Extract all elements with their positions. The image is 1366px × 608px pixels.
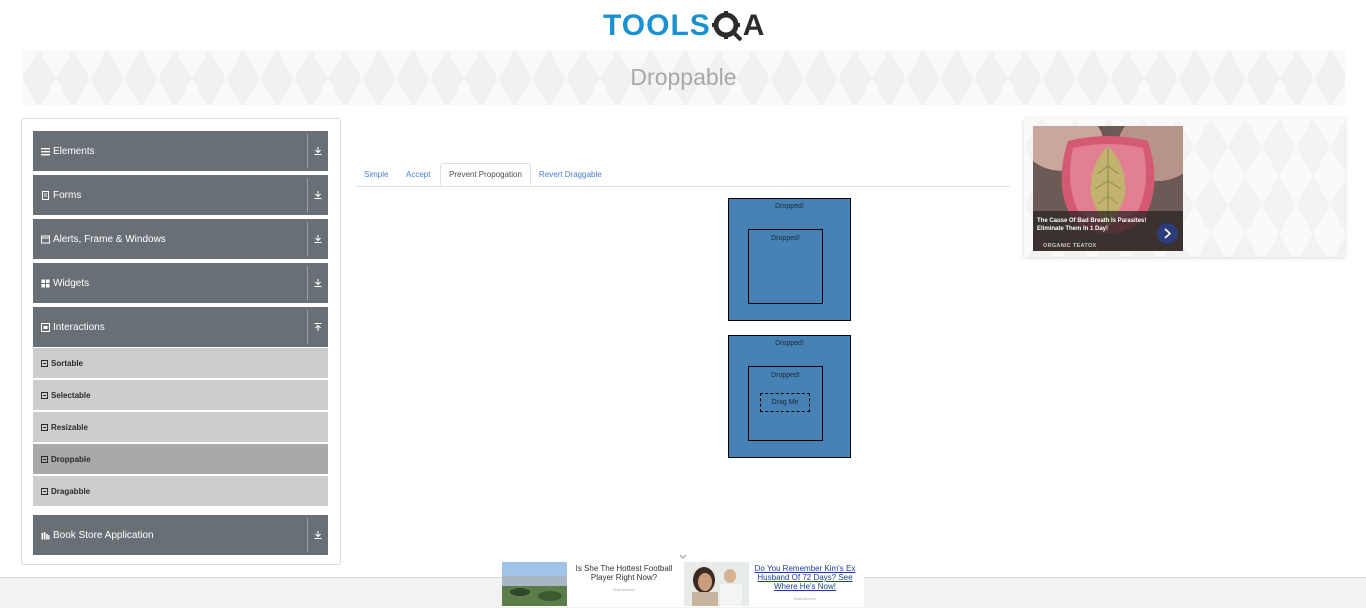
- expand-toggle-button[interactable]: [307, 222, 328, 256]
- list-item-icon: [41, 359, 48, 367]
- menu-group-elements[interactable]: Elements: [33, 131, 328, 171]
- menu-group-label: Forms: [53, 189, 82, 201]
- menu-group-label: Book Store Application: [53, 529, 154, 541]
- sidebar-item-label: Dragabble: [51, 486, 91, 496]
- left-panel: Elements Forms Alerts, Frame & Windows W…: [21, 118, 341, 565]
- tab-accept[interactable]: Accept: [398, 163, 438, 185]
- arrow-down-icon: [314, 147, 322, 155]
- file-icon: [42, 190, 49, 200]
- menu-group-book-store[interactable]: Book Store Application: [33, 515, 328, 555]
- chevron-down-icon[interactable]: [678, 553, 688, 561]
- arrow-down-icon: [314, 191, 322, 199]
- menu-group-interactions[interactable]: Interactions: [33, 307, 328, 347]
- sidebar-item-dragabble[interactable]: Dragabble: [33, 476, 328, 506]
- expand-toggle-button[interactable]: [307, 178, 328, 212]
- header: TOOLS A: [0, 0, 1366, 48]
- sidebar-item-label: Droppable: [51, 454, 91, 464]
- sidebar-item-resizable[interactable]: Resizable: [33, 412, 328, 442]
- list-item-icon: [41, 455, 48, 463]
- ad-headline: The Cause Of Bad Breath Is Parasites! El…: [1037, 218, 1147, 232]
- greedy-drop-box-inner[interactable]: Dropped! Drag Me: [748, 366, 823, 441]
- drop-box-label: Dropped!: [771, 235, 800, 242]
- arrow-down-icon: [314, 235, 322, 243]
- ad-right-headline[interactable]: Do You Remember Kim's Ex Husband Of 72 D…: [752, 564, 858, 591]
- bottom-ad-bar: Is She The Hottest Football Player Right…: [502, 554, 864, 607]
- sidebar-item-sortable[interactable]: Sortable: [33, 348, 328, 378]
- drag-me-box[interactable]: Drag Me: [760, 393, 810, 412]
- couple-photo-image: [684, 562, 749, 606]
- ad-image[interactable]: The Cause Of Bad Breath Is Parasites! El…: [1033, 126, 1183, 251]
- drop-box-label: Dropped!: [775, 340, 804, 347]
- ad-left-source: Brainberries: [613, 587, 635, 592]
- sidebar-item-label: Selectable: [51, 390, 91, 400]
- arrow-up-icon: [314, 323, 322, 331]
- menu-group-widgets[interactable]: Widgets: [33, 263, 328, 303]
- chevron-right-icon: [1164, 228, 1172, 239]
- drop-box-label: Dropped!: [771, 372, 800, 379]
- not-greedy-drop-box-outer[interactable]: Dropped! Dropped!: [728, 198, 851, 321]
- ad-right-source: Brainberries: [794, 596, 816, 601]
- tab-simple[interactable]: Simple: [356, 163, 396, 185]
- page-title-banner: Droppable: [22, 50, 1345, 105]
- arrow-down-icon: [314, 279, 322, 287]
- drop-box-label: Dropped!: [775, 203, 804, 210]
- list-item-icon: [41, 487, 48, 495]
- book-icon: [41, 531, 50, 539]
- logo-text-a: A: [742, 9, 765, 42]
- menu-group-label: Interactions: [53, 321, 105, 333]
- expand-toggle-button[interactable]: [307, 266, 328, 300]
- window-icon: [41, 235, 50, 243]
- right-ad-panel: The Cause Of Bad Breath Is Parasites! El…: [1024, 118, 1345, 257]
- menu-group-alerts-frame-windows[interactable]: Alerts, Frame & Windows: [33, 219, 328, 259]
- stadium-image: [502, 562, 567, 606]
- toolsqa-logo[interactable]: TOOLS A: [603, 8, 764, 44]
- sidebar-item-selectable[interactable]: Selectable: [33, 380, 328, 410]
- sidebar-item-droppable[interactable]: Droppable: [33, 444, 328, 474]
- page-title: Droppable: [630, 64, 737, 90]
- sidebar-item-label: Sortable: [51, 358, 84, 368]
- menu-group-label: Elements: [53, 145, 95, 157]
- interactions-icon: [41, 322, 50, 332]
- ad-next-button[interactable]: [1157, 223, 1178, 244]
- tab-prevent-propogation[interactable]: Prevent Propogation: [440, 163, 531, 186]
- tab-revert-draggable[interactable]: Revert Draggable: [531, 163, 610, 185]
- greedy-drop-box-outer[interactable]: Dropped! Dropped! Drag Me: [728, 335, 851, 458]
- arrow-down-icon: [314, 531, 322, 539]
- ad-brand: ORGANIC TEATOX: [1043, 243, 1097, 249]
- menu-group-forms[interactable]: Forms: [33, 175, 328, 215]
- logo-gear-magnifier-icon: [711, 11, 742, 41]
- logo-text-tools: TOOLS: [603, 9, 711, 42]
- expand-toggle-button[interactable]: [307, 134, 328, 168]
- ad-kim-image[interactable]: [684, 562, 749, 606]
- collapse-toggle-button[interactable]: [307, 310, 328, 344]
- grid-icon: [41, 279, 50, 287]
- sidebar-item-label: Resizable: [51, 422, 88, 432]
- menu-group-label: Widgets: [53, 277, 90, 289]
- ad-left-headline[interactable]: Is She The Hottest Football Player Right…: [568, 564, 680, 582]
- not-greedy-drop-box-inner[interactable]: Dropped!: [748, 229, 823, 304]
- droppable-tabs: Simple Accept Prevent Propogation Revert…: [356, 163, 1010, 187]
- menu-group-label: Alerts, Frame & Windows: [53, 233, 166, 245]
- list-item-icon: [41, 423, 48, 431]
- ad-football-image[interactable]: [502, 562, 567, 606]
- list-item-icon: [41, 391, 48, 399]
- hamburger-icon: [41, 147, 50, 155]
- expand-toggle-button[interactable]: [307, 518, 328, 552]
